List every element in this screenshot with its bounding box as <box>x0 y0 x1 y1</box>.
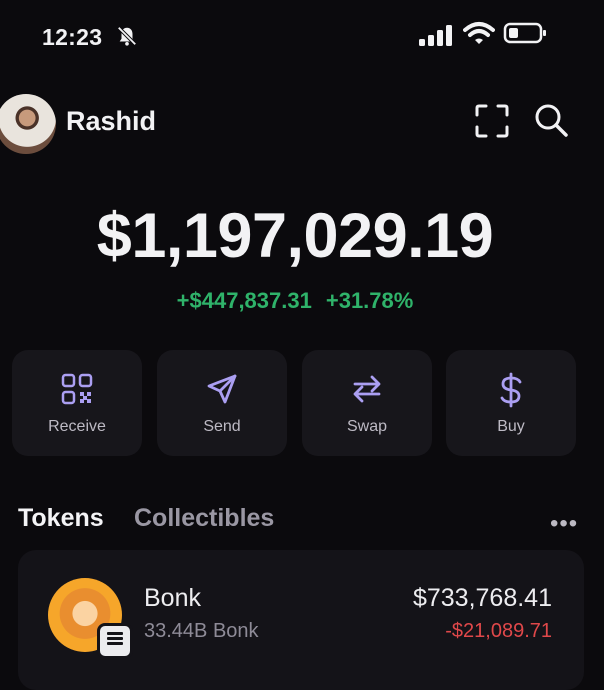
more-options-button[interactable]: ••• <box>550 510 578 538</box>
token-name: Bonk <box>144 584 201 612</box>
receive-button[interactable]: Receive <box>12 350 142 456</box>
send-label: Send <box>203 418 241 435</box>
tab-collectibles[interactable]: Collectibles <box>134 504 274 533</box>
avatar[interactable] <box>0 94 56 154</box>
token-amount: 33.44B Bonk <box>144 620 259 642</box>
portfolio-balance: $1,197,029.19 <box>96 201 494 271</box>
battery-icon <box>503 22 546 44</box>
swap-label: Swap <box>346 418 388 435</box>
wifi-icon <box>463 22 495 44</box>
receive-label: Receive <box>48 418 106 435</box>
bell-off-icon <box>117 26 137 46</box>
dollar-icon <box>500 372 522 408</box>
token-change: -$21,089.71 <box>445 620 552 642</box>
token-row[interactable]: Bonk 33.44B Bonk $733,768.41 -$21,089.71 <box>18 550 584 690</box>
change-value: +$447,837.31 <box>176 288 312 313</box>
swap-button[interactable]: Swap <box>302 350 432 456</box>
asset-tabs: Tokens Collectibles ••• <box>18 504 588 538</box>
swap-icon <box>353 375 381 403</box>
action-bar: Receive Send Swap Buy <box>12 350 592 456</box>
scan-icon[interactable] <box>474 103 510 139</box>
send-button[interactable]: Send <box>157 350 287 456</box>
token-value: $733,768.41 <box>412 584 552 612</box>
tab-tokens[interactable]: Tokens <box>18 504 104 533</box>
send-icon <box>207 374 237 404</box>
change-percent: +31.78% <box>325 288 414 313</box>
cellular-signal-icon <box>419 25 452 46</box>
buy-label: Buy <box>497 418 525 435</box>
status-time: 12:23 <box>42 24 103 50</box>
solana-badge-icon <box>97 623 133 659</box>
buy-button[interactable]: Buy <box>446 350 576 456</box>
account-name[interactable]: Rashid <box>66 106 156 137</box>
search-icon[interactable] <box>532 101 570 139</box>
qr-code-icon <box>61 373 93 405</box>
status-bar: 12:23 <box>0 0 604 70</box>
wallet-header: Rashid <box>0 88 604 158</box>
portfolio-change: +$447,837.31 +31.78% <box>0 288 590 314</box>
